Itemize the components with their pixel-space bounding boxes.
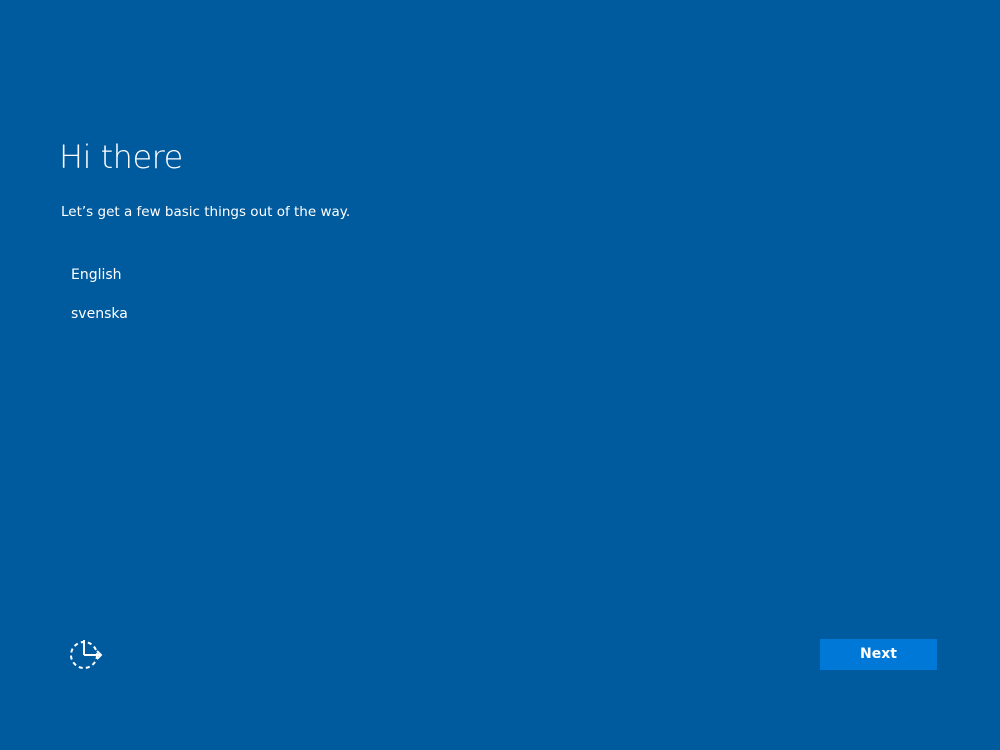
language-item-svenska[interactable]: svenska xyxy=(61,298,421,330)
page-title: Hi there xyxy=(59,138,183,176)
language-list: English svenska xyxy=(61,259,421,337)
next-button[interactable]: Next xyxy=(820,639,937,670)
language-item-english[interactable]: English xyxy=(61,259,421,291)
ease-of-access-icon[interactable] xyxy=(68,638,104,670)
page-subtitle: Let’s get a few basic things out of the … xyxy=(61,204,351,220)
ease-of-access-icon-graphic xyxy=(70,640,103,669)
